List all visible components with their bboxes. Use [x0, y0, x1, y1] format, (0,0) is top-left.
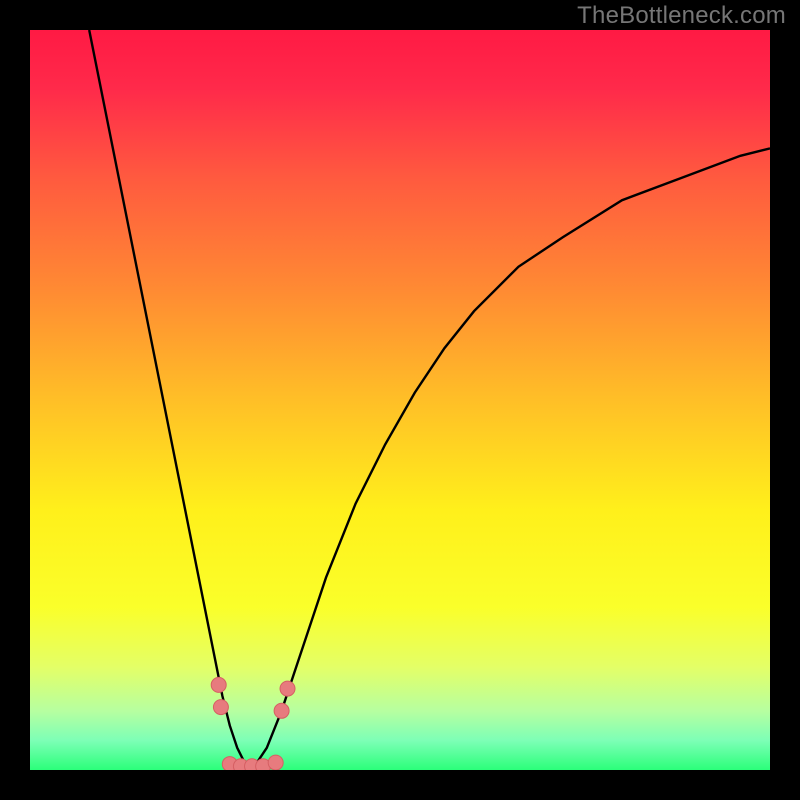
watermark-text: TheBottleneck.com	[577, 2, 786, 30]
data-marker	[213, 700, 228, 715]
data-markers	[211, 677, 295, 770]
plot-area	[30, 30, 770, 770]
bottleneck-curve-left	[89, 30, 252, 770]
data-marker	[268, 755, 283, 770]
data-marker	[280, 681, 295, 696]
chart-root: TheBottleneck.com	[0, 0, 800, 800]
bottleneck-curve-right	[252, 148, 770, 770]
chart-overlay	[30, 30, 770, 770]
data-marker	[274, 703, 289, 718]
data-marker	[211, 677, 226, 692]
